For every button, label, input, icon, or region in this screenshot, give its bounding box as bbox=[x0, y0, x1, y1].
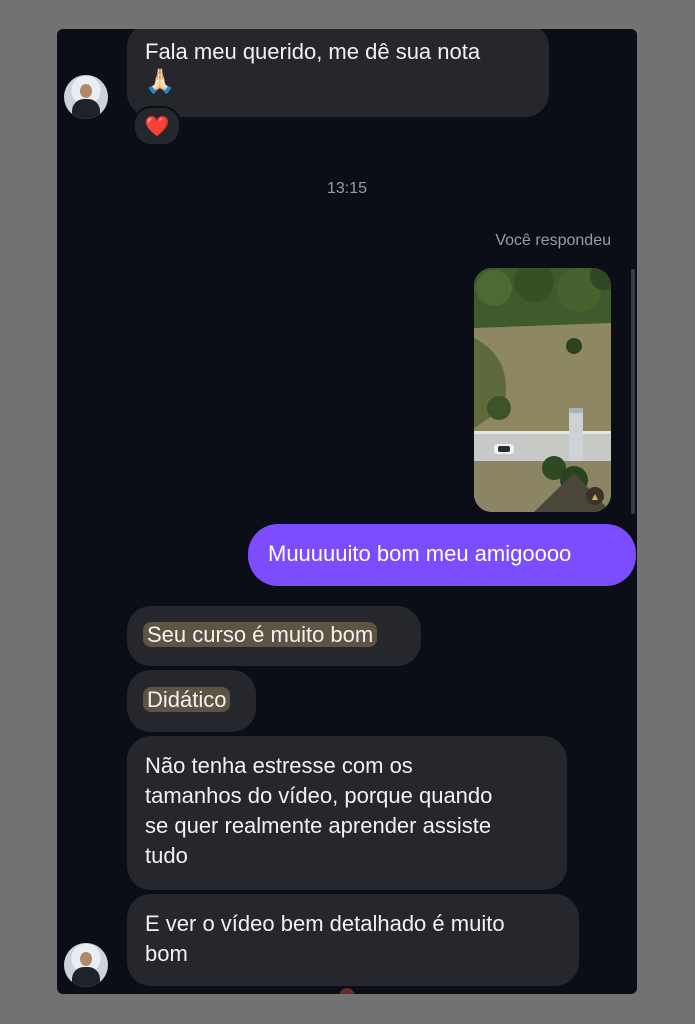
story-thumbnail[interactable]: ▲ bbox=[474, 268, 611, 512]
message-bubble-course[interactable]: Seu curso é muito bom bbox=[127, 606, 421, 666]
message-text: Muuuuuito bom meu amigoooo bbox=[268, 541, 572, 566]
message-line: tudo bbox=[145, 843, 188, 868]
aerial-photo-image: ▲ bbox=[474, 268, 611, 512]
contact-avatar[interactable] bbox=[64, 75, 108, 119]
reaction-hint-icon bbox=[339, 988, 355, 994]
message-text: Didático bbox=[143, 687, 231, 712]
scrollbar[interactable] bbox=[631, 269, 635, 514]
message-line: tamanhos do vídeo, porque quando bbox=[145, 783, 493, 808]
message-bubble-sent[interactable]: Muuuuuito bom meu amigoooo bbox=[248, 524, 636, 586]
message-line: bom bbox=[145, 941, 188, 966]
message-bubble-detailed[interactable]: E ver o vídeo bem detalhado é muito bom bbox=[127, 894, 579, 986]
message-line: Não tenha estresse com os bbox=[145, 753, 413, 778]
pray-emoji: 🙏🏻 bbox=[145, 68, 175, 95]
message-text: Fala meu querido, me dê sua nota bbox=[145, 39, 481, 64]
contact-avatar[interactable] bbox=[64, 943, 108, 987]
message-line: se quer realmente aprender assiste bbox=[145, 813, 492, 838]
message-line: E ver o vídeo bem detalhado é muito bbox=[145, 911, 505, 936]
svg-text:▲: ▲ bbox=[592, 492, 599, 501]
message-text: Seu curso é muito bom bbox=[143, 622, 378, 647]
timestamp: 13:15 bbox=[326, 180, 368, 197]
heart-reaction-icon[interactable]: ❤️ bbox=[133, 106, 181, 146]
message-bubble-request[interactable]: Fala meu querido, me dê sua nota 🙏🏻 bbox=[127, 29, 549, 117]
chat-screen: Fala meu querido, me dê sua nota 🙏🏻 ❤️ 1… bbox=[57, 29, 637, 994]
reply-label: Você respondeu bbox=[495, 232, 611, 249]
message-bubble-didactic[interactable]: Didático bbox=[127, 670, 256, 732]
message-bubble-stress[interactable]: Não tenha estresse com os tamanhos do ví… bbox=[127, 736, 567, 890]
